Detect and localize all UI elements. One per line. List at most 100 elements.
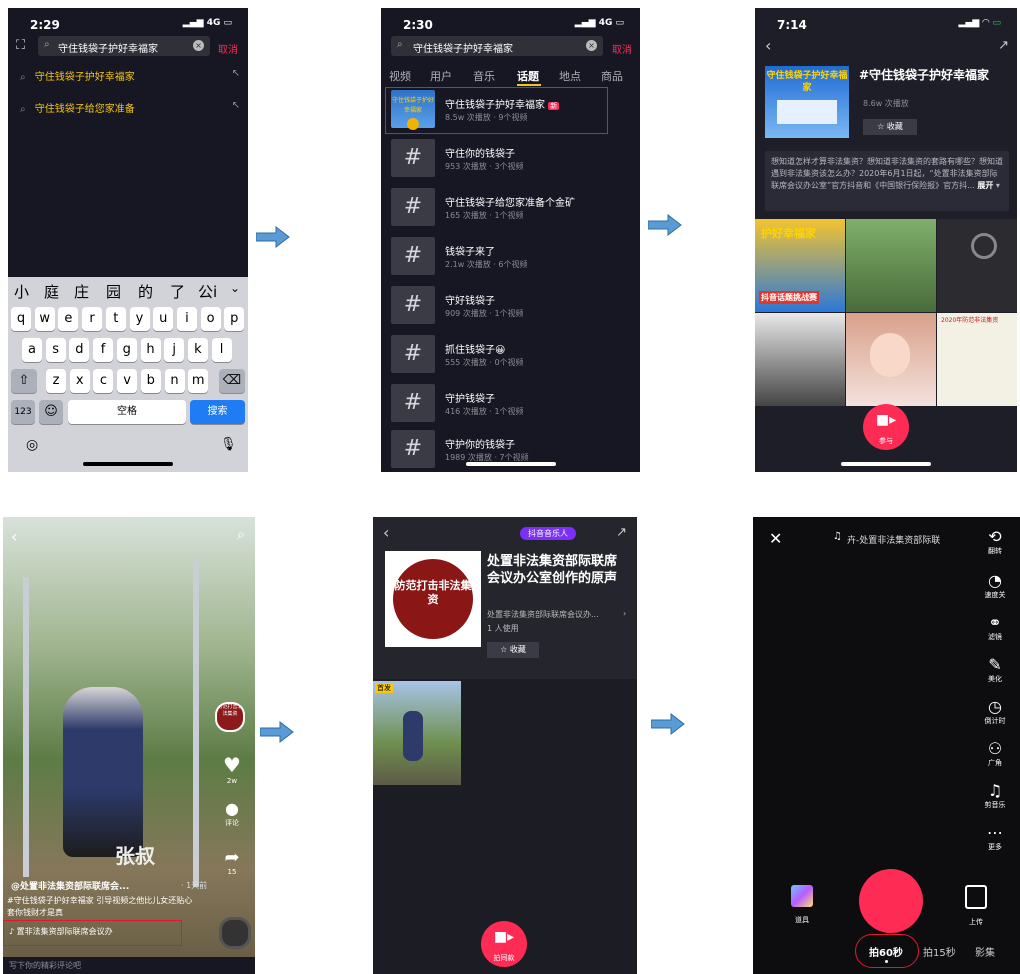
video-thumbnail[interactable]	[755, 313, 845, 406]
key-d[interactable]: d	[69, 338, 90, 362]
key-o[interactable]: o	[200, 307, 221, 331]
mode-60s[interactable]: 拍60秒	[869, 944, 903, 959]
topic-row[interactable]: # 守住你的钱袋子 953 次播放 · 3个视频	[391, 139, 631, 179]
topic-row[interactable]: 守住钱袋子护好幸福家 守住钱袋子护好幸福家 新 8.5w 次播放 · 9个视频	[391, 90, 631, 130]
key-k[interactable]: k	[187, 338, 208, 362]
candidate[interactable]: 的	[138, 281, 153, 302]
search-icon[interactable]: ⌕	[237, 527, 245, 543]
video-thumbnail[interactable]	[846, 313, 936, 406]
search-input[interactable]: ⌕ 守住钱袋子护好幸福家 ×	[391, 36, 603, 56]
key-z[interactable]: z	[46, 369, 66, 393]
upload-button[interactable]: 上传	[961, 885, 991, 928]
candidate[interactable]: 了	[170, 281, 185, 302]
collect-button[interactable]: ☆ 收藏	[487, 642, 539, 658]
tab-products[interactable]: 商品	[601, 68, 623, 84]
key-g[interactable]: g	[116, 338, 137, 362]
globe-icon[interactable]: ◎	[26, 437, 38, 453]
emoji-key[interactable]: ☺	[39, 400, 63, 424]
key-w[interactable]: w	[34, 307, 55, 331]
cancel-button[interactable]: 取消	[218, 41, 238, 56]
key-y[interactable]: y	[129, 307, 150, 331]
delete-key[interactable]: ⌫	[219, 369, 245, 393]
key-t[interactable]: t	[105, 307, 126, 331]
music-title[interactable]: ♪ 置非法集资部际联席会议办	[9, 926, 113, 937]
number-key[interactable]: 123	[11, 400, 35, 424]
comment-button[interactable]: ● 评论	[217, 799, 247, 828]
tab-music[interactable]: 音乐	[473, 68, 495, 84]
topic-row[interactable]: # 守护钱袋子 416 次播放 · 1个视频	[391, 384, 631, 424]
timer-button[interactable]: ◷ 倒计时	[978, 697, 1012, 726]
like-button[interactable]: ♥ 2w	[217, 753, 247, 785]
fill-arrow-icon[interactable]: ↖	[232, 100, 240, 111]
key-c[interactable]: c	[93, 369, 114, 393]
key-p[interactable]: p	[224, 307, 245, 331]
more-button[interactable]: ⋯ 更多	[978, 823, 1012, 852]
creator-avatar[interactable]: 防范打击非法集资	[215, 702, 245, 732]
tab-video[interactable]: 视频	[389, 68, 411, 84]
music-author[interactable]: 处置非法集资部际联席会议办...	[487, 609, 599, 620]
mode-album[interactable]: 影集	[975, 944, 995, 959]
space-key[interactable]: 空格	[68, 400, 186, 424]
video-thumbnail[interactable]	[937, 219, 1017, 312]
candidate[interactable]: 小	[14, 281, 29, 302]
candidate[interactable]: 庭	[44, 281, 59, 302]
comment-bar[interactable]: 写下你的精彩评论吧	[3, 957, 255, 974]
share-icon[interactable]: ↗	[616, 525, 627, 540]
expand-link[interactable]: 展开	[977, 181, 993, 190]
share-button[interactable]: ➦ 15	[217, 847, 247, 876]
tab-topics[interactable]: 话题	[517, 68, 539, 84]
microphone-icon[interactable]: 🎙	[220, 437, 237, 452]
key-m[interactable]: m	[188, 369, 209, 393]
candidate[interactable]: 园	[106, 281, 121, 302]
suggestion-item[interactable]: ⌕ 守住钱袋子护好幸福家 ↖	[20, 68, 240, 83]
clear-icon[interactable]: ×	[193, 40, 204, 51]
back-icon[interactable]: ‹	[383, 523, 389, 542]
shoot-same-button[interactable]: ■▸ 拍同款	[481, 921, 527, 967]
topic-row[interactable]: # 抓住钱袋子😀 555 次播放 · 0个视频	[391, 335, 631, 375]
flip-button[interactable]: ⟲ 翻转	[978, 527, 1012, 556]
close-icon[interactable]: ✕	[769, 529, 782, 548]
video-thumbnail[interactable]	[846, 219, 936, 312]
key-i[interactable]: i	[176, 307, 197, 331]
chevron-down-icon[interactable]: ⌄	[230, 281, 240, 295]
key-a[interactable]: a	[22, 338, 42, 362]
share-icon[interactable]: ↗	[998, 38, 1009, 53]
music-disc-icon[interactable]	[219, 917, 251, 949]
clear-icon[interactable]: ×	[586, 40, 597, 51]
key-n[interactable]: n	[164, 369, 185, 393]
key-j[interactable]: j	[164, 338, 185, 362]
video-thumbnail[interactable]: 护好幸福家 抖音话题挑战赛	[755, 219, 845, 312]
tab-places[interactable]: 地点	[559, 68, 581, 84]
key-r[interactable]: r	[82, 307, 103, 331]
search-key[interactable]: 搜索	[190, 400, 245, 424]
video-thumbnail[interactable]: 2020年防范非法集资	[937, 313, 1017, 406]
beautify-button[interactable]: ✎ 美化	[978, 655, 1012, 684]
cancel-button[interactable]: 取消	[612, 41, 632, 56]
props-button[interactable]: 道具	[787, 885, 817, 926]
back-icon[interactable]: ‹	[11, 527, 17, 546]
back-icon[interactable]: ‹	[765, 36, 771, 55]
candidate[interactable]: 公i	[198, 281, 217, 302]
key-x[interactable]: x	[69, 369, 90, 393]
video-thumbnail[interactable]: 首发	[373, 681, 461, 785]
selected-music[interactable]: 卉-处置非法集资部际联	[847, 533, 940, 546]
key-b[interactable]: b	[140, 369, 161, 393]
shift-key[interactable]: ⇧	[11, 369, 37, 393]
wide-angle-button[interactable]: ⚇ 广角	[978, 739, 1012, 768]
suggestion-item[interactable]: ⌕ 守住钱袋子给您家准备 ↖	[20, 100, 240, 115]
cut-music-button[interactable]: ♫ 剪音乐	[978, 781, 1012, 810]
speed-button[interactable]: ◔ 速度关	[978, 571, 1012, 600]
record-button[interactable]	[859, 869, 923, 933]
mode-15s[interactable]: 拍15秒	[923, 944, 956, 959]
key-v[interactable]: v	[117, 369, 138, 393]
collect-button[interactable]: ☆ 收藏	[863, 119, 917, 135]
join-button[interactable]: ■▸ 参与	[863, 404, 909, 450]
search-input[interactable]: ⌕ 守住钱袋子护好幸福家 ×	[38, 36, 210, 56]
scan-icon[interactable]: ⛶	[16, 38, 25, 53]
candidate[interactable]: 庄	[74, 281, 89, 302]
topic-row[interactable]: # 钱袋子来了 2.1w 次播放 · 6个视频	[391, 237, 631, 277]
fill-arrow-icon[interactable]: ↖	[232, 68, 240, 79]
key-h[interactable]: h	[140, 338, 161, 362]
filter-button[interactable]: ⚭ 滤镜	[978, 613, 1012, 642]
topic-row[interactable]: # 守好钱袋子 909 次播放 · 1个视频	[391, 286, 631, 326]
